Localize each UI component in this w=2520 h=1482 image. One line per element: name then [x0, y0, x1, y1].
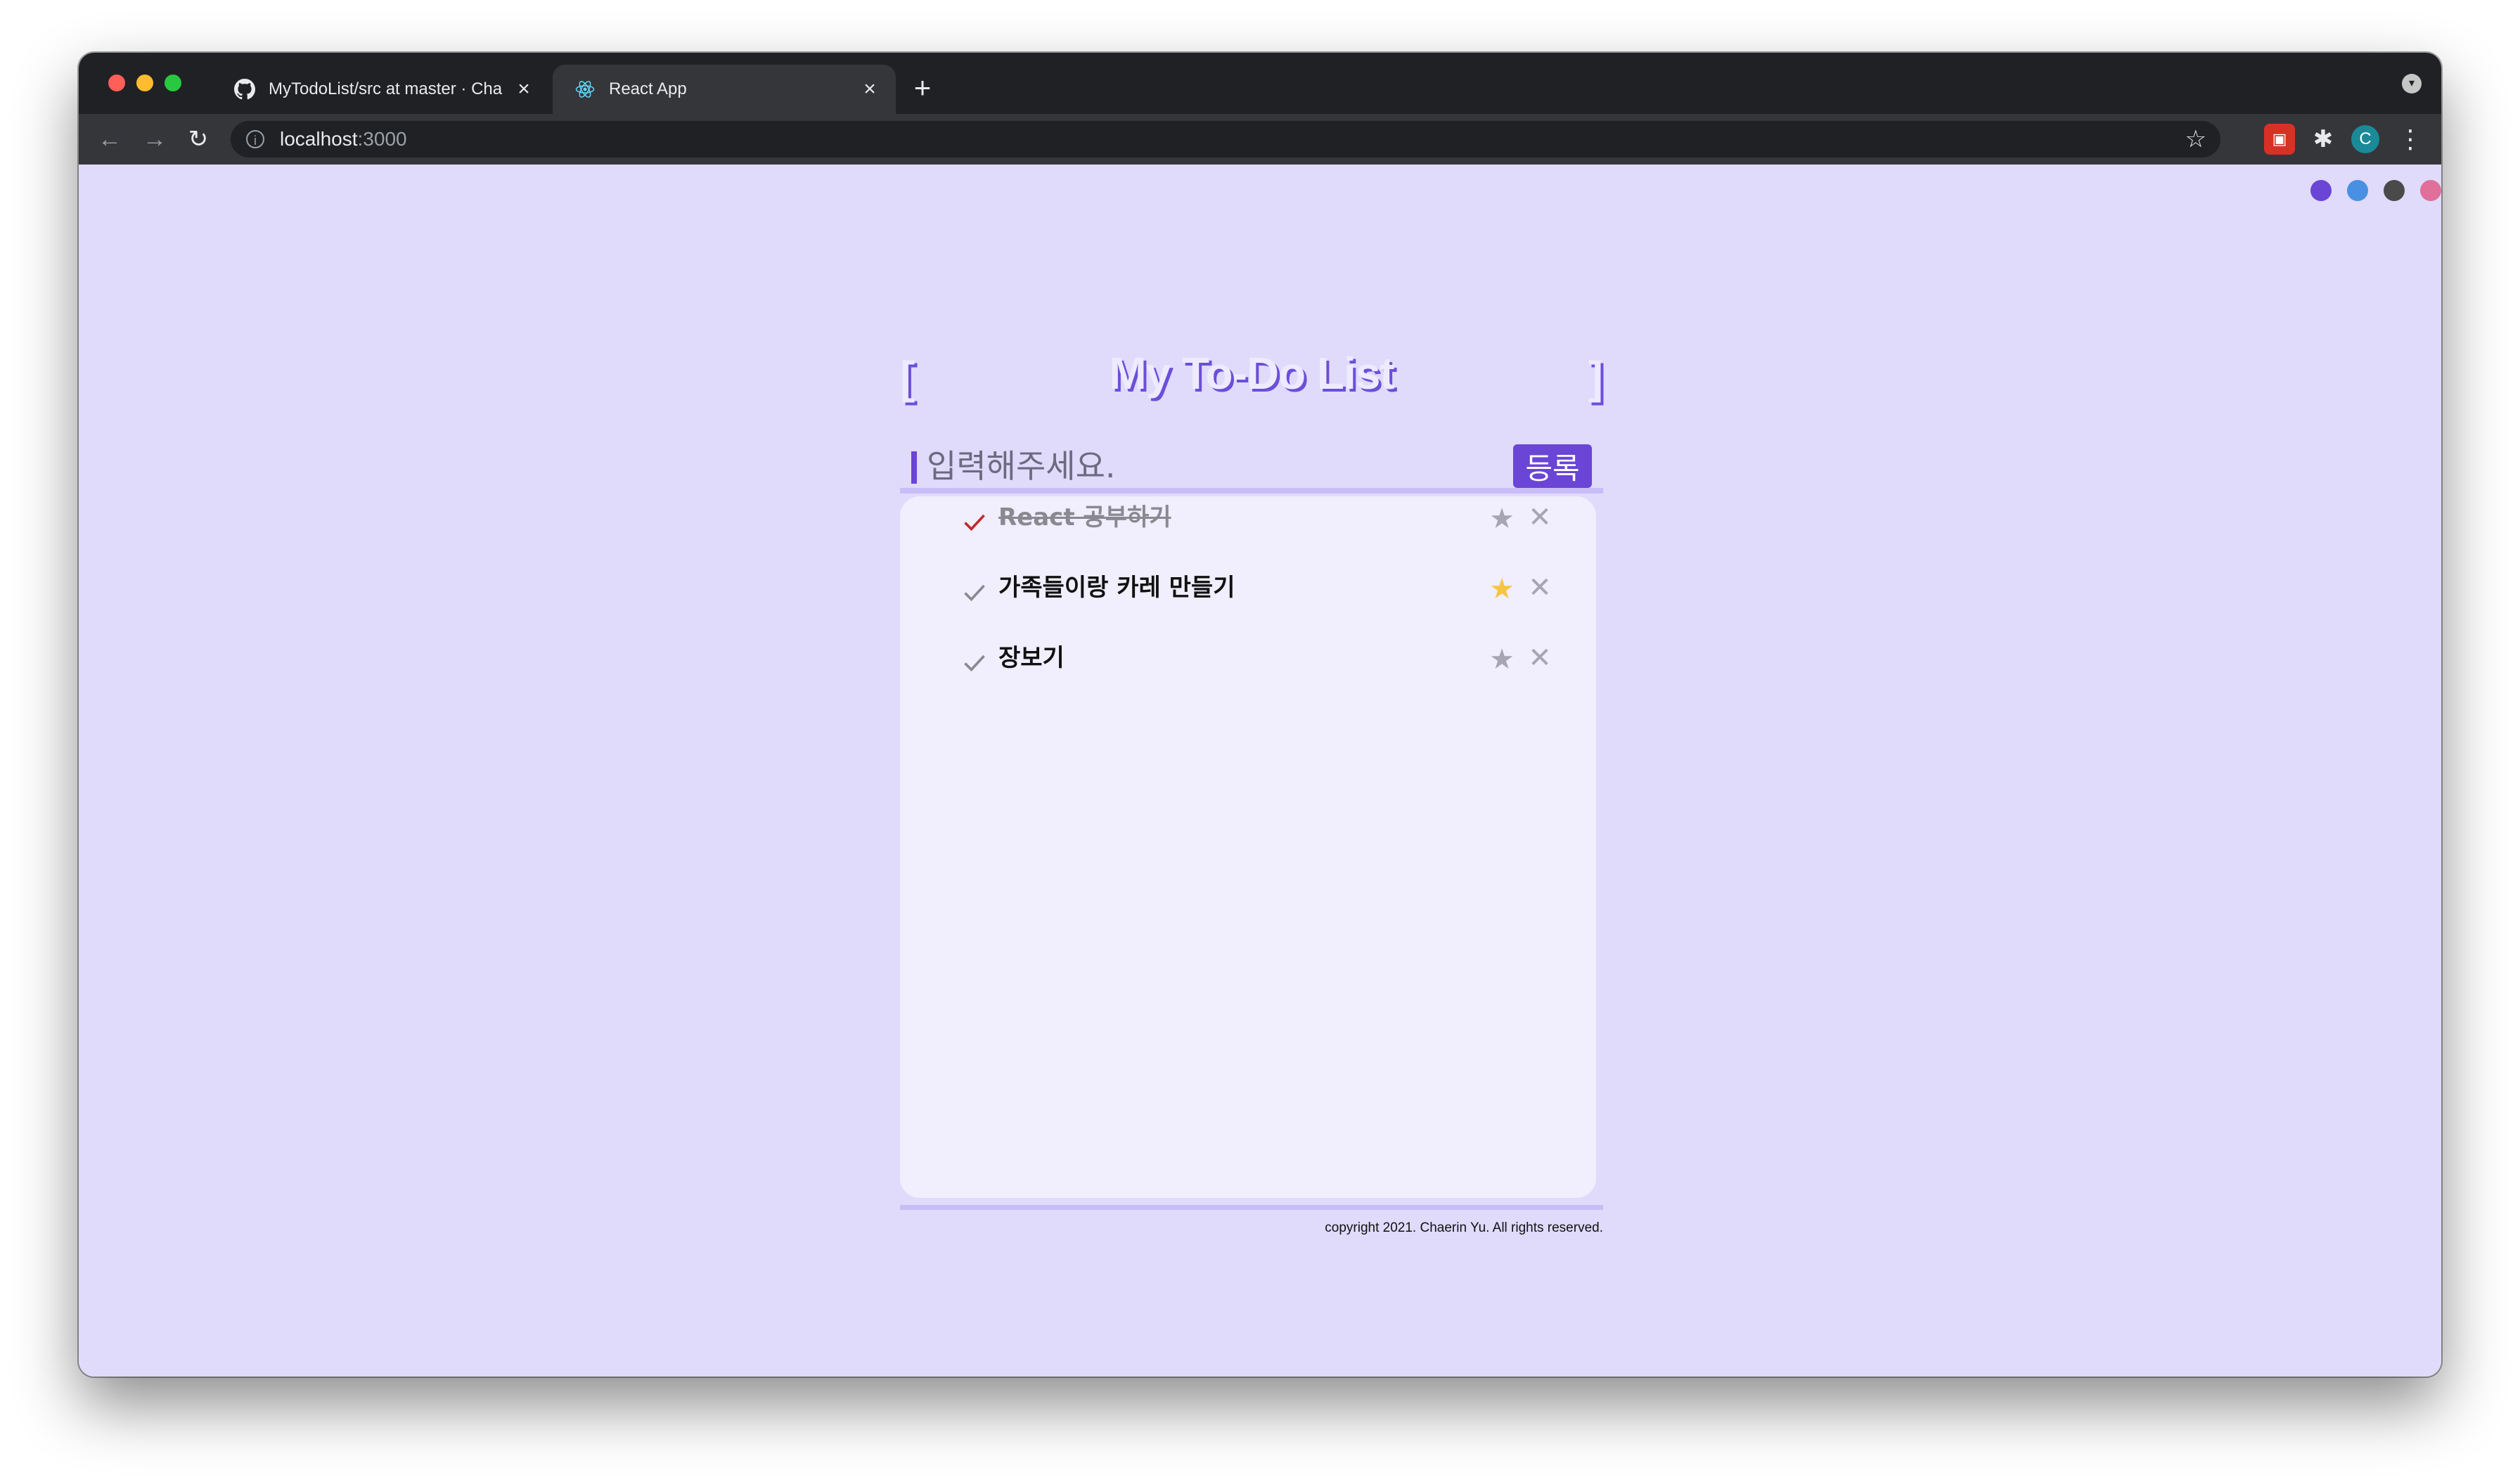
todo-item[interactable]: 가족들이랑 카레 만들기 ★ ✕ [900, 567, 1596, 623]
close-tab-icon[interactable]: × [859, 77, 880, 101]
todo-item[interactable]: 장보기 ★ ✕ [900, 637, 1596, 693]
page-content: [ My To-Do List ] 등록 React 공부하기 ★ ✕ 가족들이… [79, 165, 2441, 1377]
todo-item[interactable]: React 공부하기 ★ ✕ [900, 496, 1596, 553]
theme-dot-blue[interactable] [2347, 180, 2368, 201]
url-host: localhost [280, 128, 358, 150]
todo-input[interactable] [925, 444, 1491, 488]
extensions-puzzle-icon[interactable]: ✱ [2308, 124, 2339, 155]
tab-title: MyTodoList/src at master · Cha [269, 79, 503, 98]
star-icon[interactable]: ★ [1488, 505, 1516, 533]
check-icon[interactable] [962, 579, 987, 605]
theme-dot-purple[interactable] [2310, 180, 2332, 201]
tab-react-app[interactable]: React App × [553, 65, 896, 114]
close-tab-icon[interactable]: × [513, 77, 534, 101]
url-text: localhost:3000 [280, 128, 407, 150]
tab-github[interactable]: MyTodoList/src at master · Cha × [212, 65, 550, 114]
delete-icon[interactable]: ✕ [1526, 644, 1554, 672]
copyright-text: copyright 2021. Chaerin Yu. All rights r… [1325, 1220, 1603, 1235]
theme-selector [2310, 180, 2441, 201]
extension-icon[interactable]: ▣ [2264, 124, 2295, 155]
todo-text: React 공부하기 [998, 503, 1171, 531]
address-bar[interactable]: i localhost:3000 ☆ [231, 121, 2220, 157]
todo-text: 가족들이랑 카레 만들기 [998, 574, 1235, 602]
url-port: :3000 [357, 128, 407, 150]
check-icon[interactable] [962, 509, 987, 534]
tab-strip: MyTodoList/src at master · Cha × React A… [79, 53, 2441, 114]
delete-icon[interactable]: ✕ [1526, 503, 1554, 531]
bookmark-star-icon[interactable]: ☆ [2185, 125, 2206, 153]
tab-search-icon[interactable]: ▾ [2402, 74, 2422, 94]
browser-window: MyTodoList/src at master · Cha × React A… [79, 53, 2441, 1377]
browser-menu-icon[interactable]: ⋮ [2395, 124, 2426, 155]
tab-title: React App [609, 79, 687, 98]
delete-icon[interactable]: ✕ [1526, 574, 1554, 602]
profile-avatar[interactable]: C [2351, 125, 2379, 153]
todo-list: React 공부하기 ★ ✕ 가족들이랑 카레 만들기 ★ ✕ 장보기 ★ ✕ [900, 496, 1596, 1198]
new-tab-button[interactable]: + [903, 68, 942, 108]
title-bracket-right: ] [1588, 352, 1603, 403]
react-icon [574, 78, 596, 101]
minimize-window-button[interactable] [136, 75, 153, 91]
forward-arrow-icon[interactable]: → [138, 122, 172, 156]
browser-toolbar: ← → ↻ i localhost:3000 ☆ ▣ ✱ C ⋮ [79, 114, 2441, 165]
page-title: My To-Do List [1109, 348, 1394, 399]
maximize-window-button[interactable] [165, 75, 181, 91]
input-accent-bar [911, 451, 917, 484]
check-icon[interactable] [962, 650, 987, 675]
todo-input-row: 등록 [900, 434, 1603, 494]
todo-text: 장보기 [998, 644, 1065, 672]
reload-icon[interactable]: ↻ [181, 122, 215, 156]
back-arrow-icon[interactable]: ← [93, 122, 127, 156]
site-info-icon[interactable]: i [246, 130, 264, 148]
theme-dot-pink[interactable] [2420, 180, 2441, 201]
star-icon[interactable]: ★ [1488, 575, 1516, 603]
close-window-button[interactable] [108, 75, 125, 91]
theme-dot-dark[interactable] [2384, 180, 2405, 201]
star-icon[interactable]: ★ [1488, 645, 1516, 674]
app-header: [ My To-Do List ] [900, 347, 1603, 418]
footer-divider [900, 1205, 1603, 1210]
github-icon [233, 78, 256, 101]
submit-button[interactable]: 등록 [1513, 444, 1592, 488]
